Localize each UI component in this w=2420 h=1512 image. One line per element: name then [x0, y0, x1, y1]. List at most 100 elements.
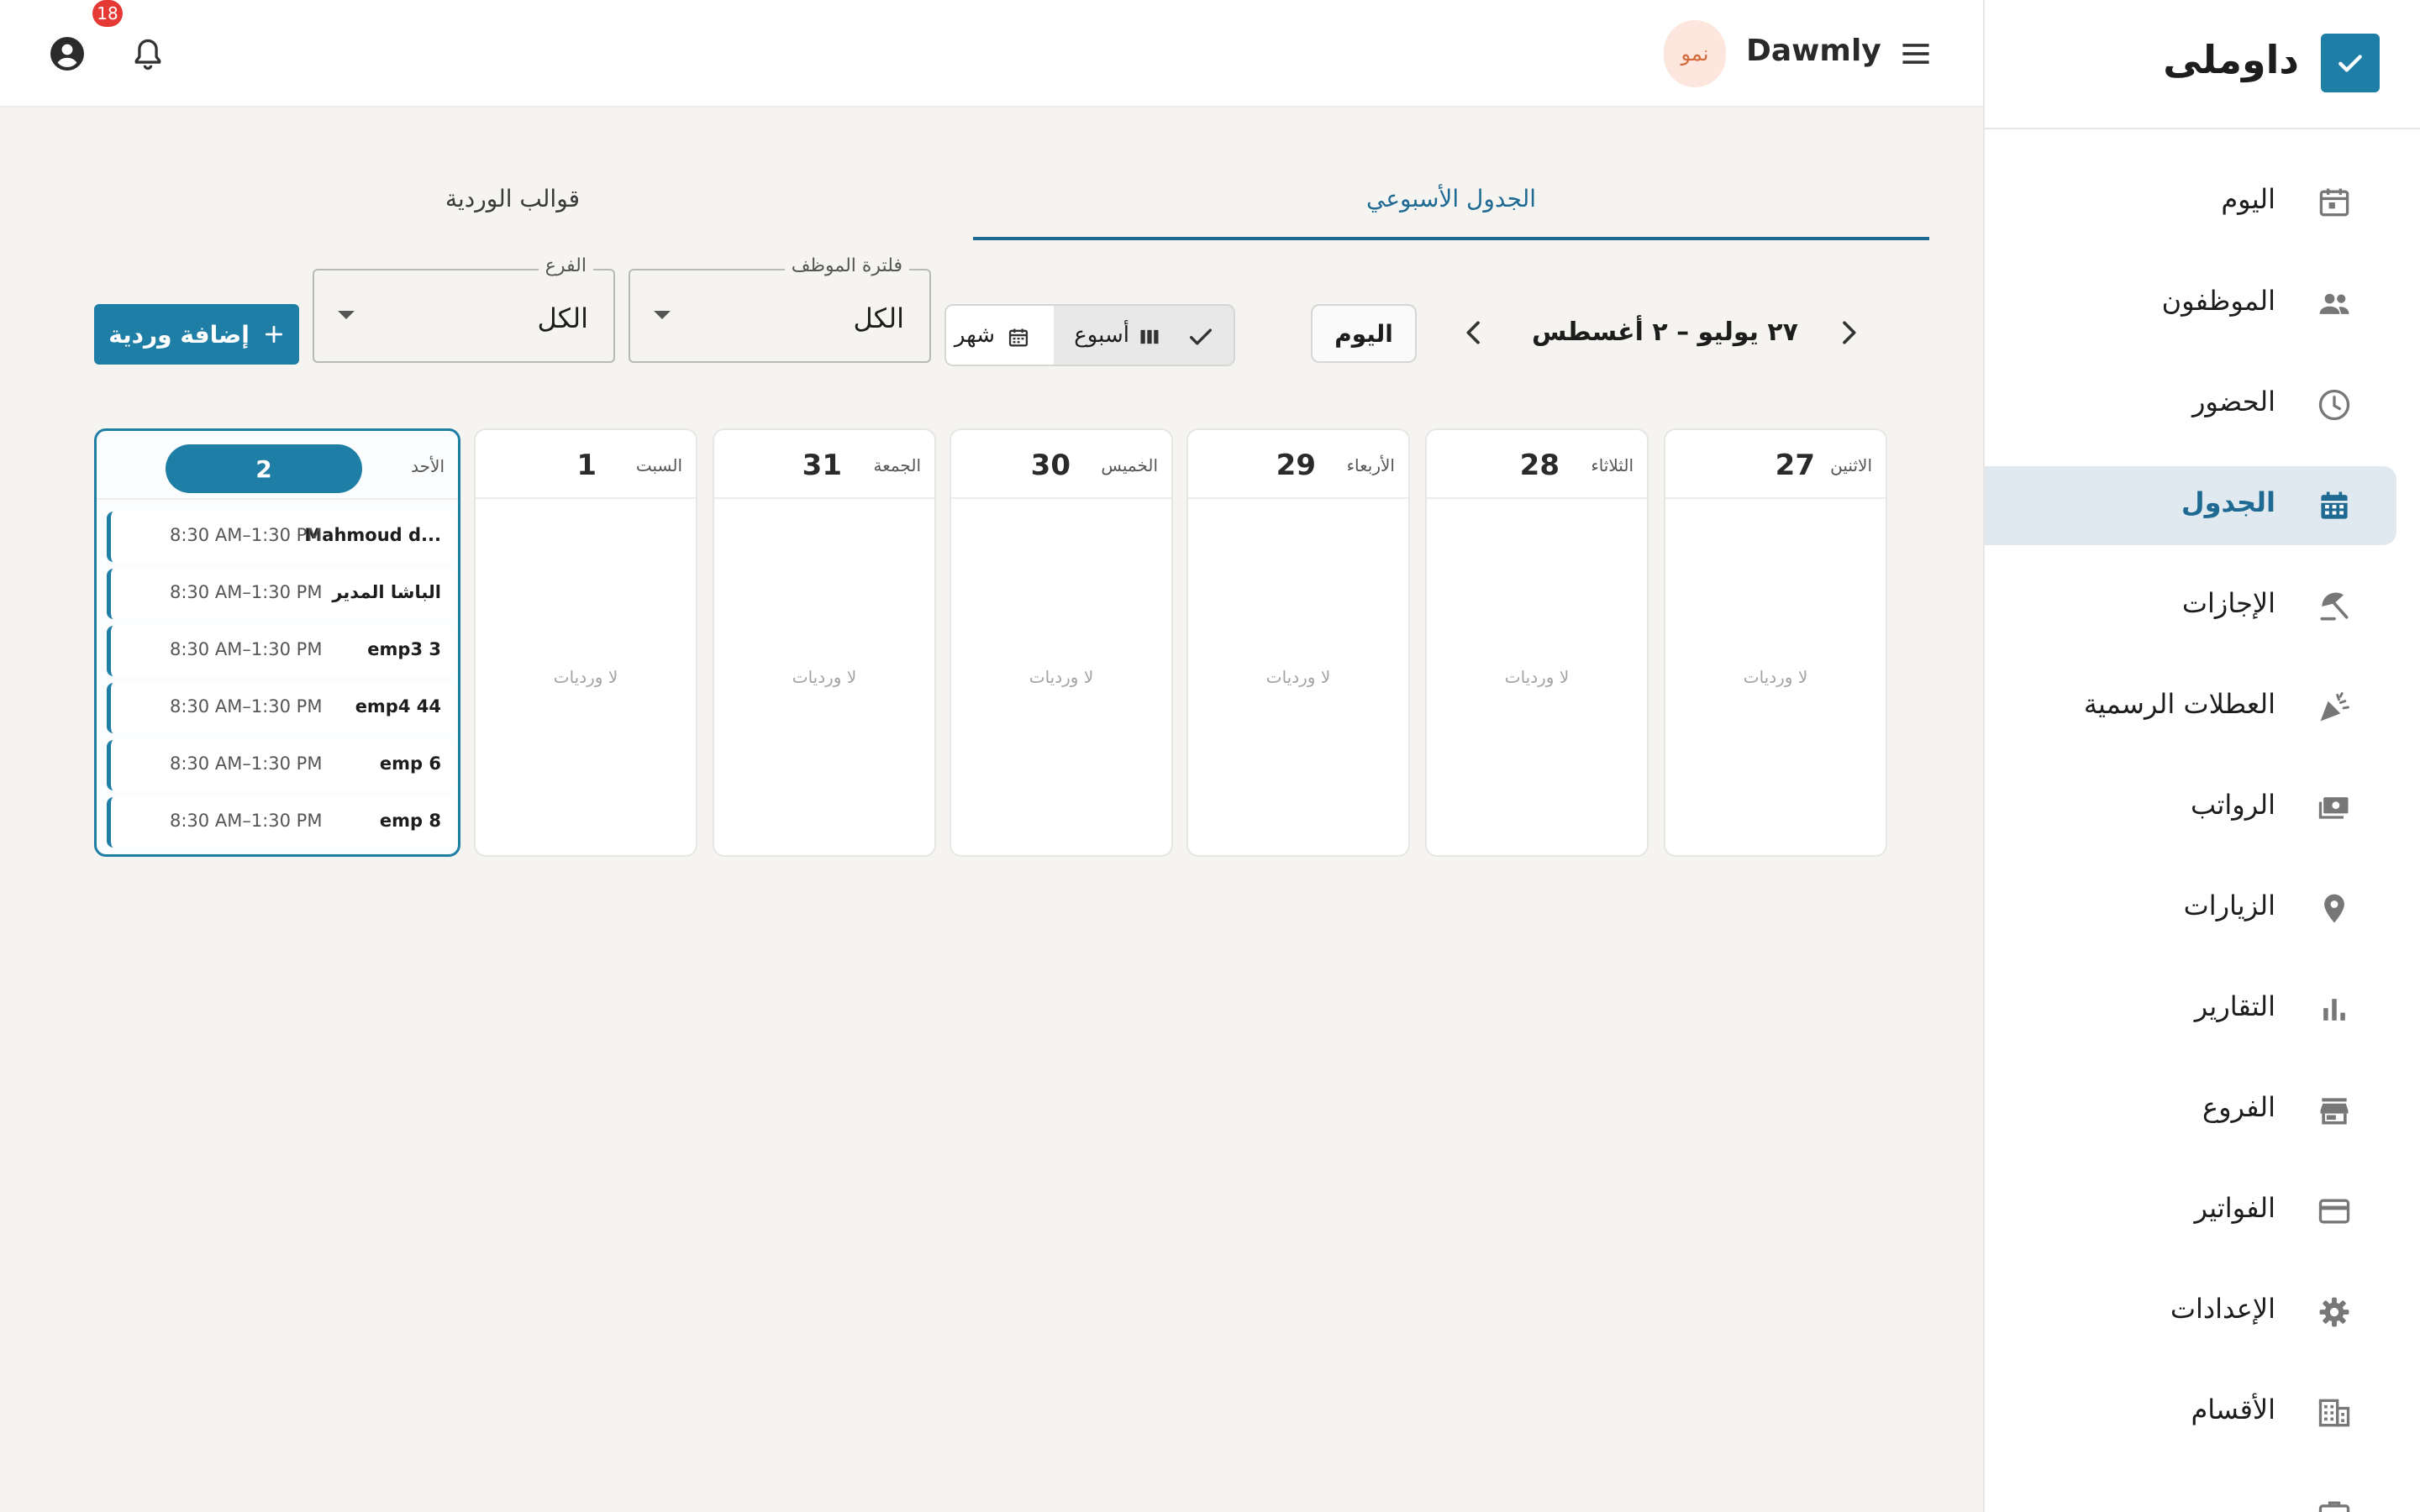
account-circle-icon[interactable] [47, 34, 87, 74]
sidebar-item-departments[interactable]: الأقسام [1985, 1373, 2396, 1452]
day-column-sun-today: الأحد 2 Mahmoud d... 8:30 AM–1:30 PM الب… [94, 428, 460, 857]
tab-weekly-schedule[interactable]: الجدول الأسبوعي [973, 185, 1929, 239]
plus-icon [263, 323, 285, 345]
sidebar-item-schedule[interactable]: الجدول [1985, 466, 2396, 545]
shift-employee: emp 6 [379, 753, 441, 774]
shift-item[interactable]: emp 8 8:30 AM–1:30 PM [107, 797, 453, 848]
day-column-tue: الثلاثاء 28 لا ورديات [1425, 428, 1649, 857]
notification-badge: 18 [92, 0, 123, 27]
shift-item[interactable]: emp3 3 8:30 AM–1:30 PM [107, 626, 453, 676]
day-name: الخميس [1101, 455, 1158, 475]
user-avatar-chip[interactable]: نمو [1664, 20, 1726, 87]
shift-item[interactable]: emp 6 8:30 AM–1:30 PM [107, 740, 453, 790]
sidebar-item-partial[interactable] [1985, 1474, 2396, 1512]
day-header: الأربعاء 29 [1188, 430, 1408, 499]
day-number: 30 [1030, 449, 1071, 482]
gear-icon [2316, 1294, 2353, 1331]
view-toggle: أسبوع شهر [944, 304, 1235, 366]
sidebar-header: داوملى [1985, 0, 2420, 129]
shift-time: 8:30 AM–1:30 PM [170, 811, 323, 831]
building-icon [2316, 1394, 2353, 1431]
add-shift-label: إضافة وردية [108, 320, 250, 349]
day-name: الثلاثاء [1591, 455, 1634, 475]
day-header: الثلاثاء 28 [1427, 430, 1647, 499]
view-month-button[interactable]: شهر [946, 306, 1055, 365]
day-name: الأحد [411, 456, 445, 476]
date-range-label: ٢٧ يوليو – ٢ أغسطس [1531, 318, 1798, 347]
sidebar-item-label: الموظفون [2161, 285, 2275, 317]
sidebar-item-today[interactable]: اليوم [1985, 163, 2396, 242]
day-number: 29 [1276, 449, 1316, 482]
shift-employee: الباشا المدير [332, 582, 441, 602]
day-name: الاثنين [1830, 455, 1872, 475]
sidebar-item-attendance[interactable]: الحضور [1985, 365, 2396, 444]
today-button[interactable]: اليوم [1311, 304, 1417, 363]
view-week-icon [1138, 325, 1161, 349]
sidebar-item-settings[interactable]: الإعدادات [1985, 1273, 2396, 1352]
sidebar-item-label: الجدول [2181, 486, 2275, 518]
employee-filter-select[interactable]: فلترة الموظف الكل [629, 255, 931, 363]
sidebar-item-branches[interactable]: الفروع [1985, 1071, 2396, 1150]
payments-icon [2316, 790, 2353, 827]
sidebar-item-reports[interactable]: التقارير [1985, 970, 2396, 1049]
shift-employee: emp3 3 [367, 639, 441, 659]
tab-shift-templates[interactable]: قوالب الوردية [67, 185, 958, 239]
add-shift-button[interactable]: إضافة وردية [94, 304, 299, 365]
no-shifts-label: لا ورديات [792, 667, 857, 687]
clock-icon [2316, 386, 2353, 423]
view-week-label: أسبوع [1074, 323, 1129, 348]
shift-item[interactable]: emp4 44 8:30 AM–1:30 PM [107, 683, 453, 733]
shift-item[interactable]: الباشا المدير 8:30 AM–1:30 PM [107, 569, 453, 619]
app-name: Dawmly [1746, 34, 1881, 68]
sidebar: داوملى اليوم الموظفون الحضور الجدول الإج… [1983, 0, 2420, 1512]
sidebar-item-label: الأقسام [2191, 1394, 2275, 1425]
sidebar-item-label: الحضور [2191, 386, 2275, 417]
day-number: 28 [1519, 449, 1560, 482]
sidebar-item-invoices[interactable]: الفواتير [1985, 1172, 2396, 1251]
chevron-left-icon[interactable] [1457, 316, 1491, 349]
shift-time: 8:30 AM–1:30 PM [170, 639, 323, 659]
day-column-sat: السبت 1 لا ورديات [474, 428, 697, 857]
brand-name: داوملى [2163, 37, 2299, 82]
employee-filter-label: فلترة الموظف [784, 255, 909, 276]
beach-umbrella-icon [2316, 588, 2353, 625]
day-column-wed: الأربعاء 29 لا ورديات [1186, 428, 1410, 857]
branch-filter-select[interactable]: الفرع الكل [313, 255, 615, 363]
day-header: الجمعة 31 [714, 430, 934, 499]
celebration-icon [2316, 689, 2353, 726]
shift-employee: emp4 44 [355, 696, 441, 717]
day-column-mon: الاثنين 27 لا ورديات [1664, 428, 1887, 857]
brand-logo-icon [2321, 34, 2380, 92]
sidebar-item-holidays[interactable]: العطلات الرسمية [1985, 668, 2396, 747]
shift-time: 8:30 AM–1:30 PM [170, 525, 323, 545]
sidebar-item-label: الفروع [2202, 1091, 2275, 1123]
sidebar-item-label: التقارير [2194, 990, 2275, 1022]
sidebar-item-label: العطلات الرسمية [2083, 688, 2275, 720]
sidebar-item-visits[interactable]: الزيارات [1985, 869, 2396, 948]
sidebar-item-payroll[interactable]: الرواتب [1985, 769, 2396, 848]
day-header: السبت 1 [476, 430, 696, 499]
sidebar-item-label: الإجازات [2181, 587, 2275, 619]
credit-card-icon [2316, 1193, 2353, 1230]
no-shifts-label: لا ورديات [1028, 667, 1094, 687]
day-header: الأحد 2 [97, 431, 458, 500]
tab-indicator [973, 237, 1929, 240]
no-shifts-label: لا ورديات [553, 667, 618, 687]
notification-bell-icon[interactable] [129, 35, 166, 72]
chevron-right-icon[interactable] [1832, 316, 1865, 349]
day-name: الجمعة [873, 455, 922, 475]
shift-item[interactable]: Mahmoud d... 8:30 AM–1:30 PM [107, 512, 453, 562]
briefcase-icon [2316, 1495, 2353, 1512]
branch-filter-label: الفرع [538, 255, 593, 276]
no-shifts-label: لا ورديات [1265, 667, 1331, 687]
menu-icon[interactable] [1897, 35, 1934, 72]
today-date-badge: 2 [166, 444, 362, 493]
sidebar-item-employees[interactable]: الموظفون [1985, 265, 2396, 344]
view-week-button[interactable]: أسبوع [1054, 306, 1234, 365]
employee-filter-value: الكل [853, 302, 904, 334]
sidebar-item-leaves[interactable]: الإجازات [1985, 567, 2396, 646]
people-icon [2316, 286, 2353, 323]
day-name: الأربعاء [1346, 455, 1395, 475]
shift-employee: emp 8 [379, 811, 441, 831]
shift-time: 8:30 AM–1:30 PM [170, 582, 323, 602]
